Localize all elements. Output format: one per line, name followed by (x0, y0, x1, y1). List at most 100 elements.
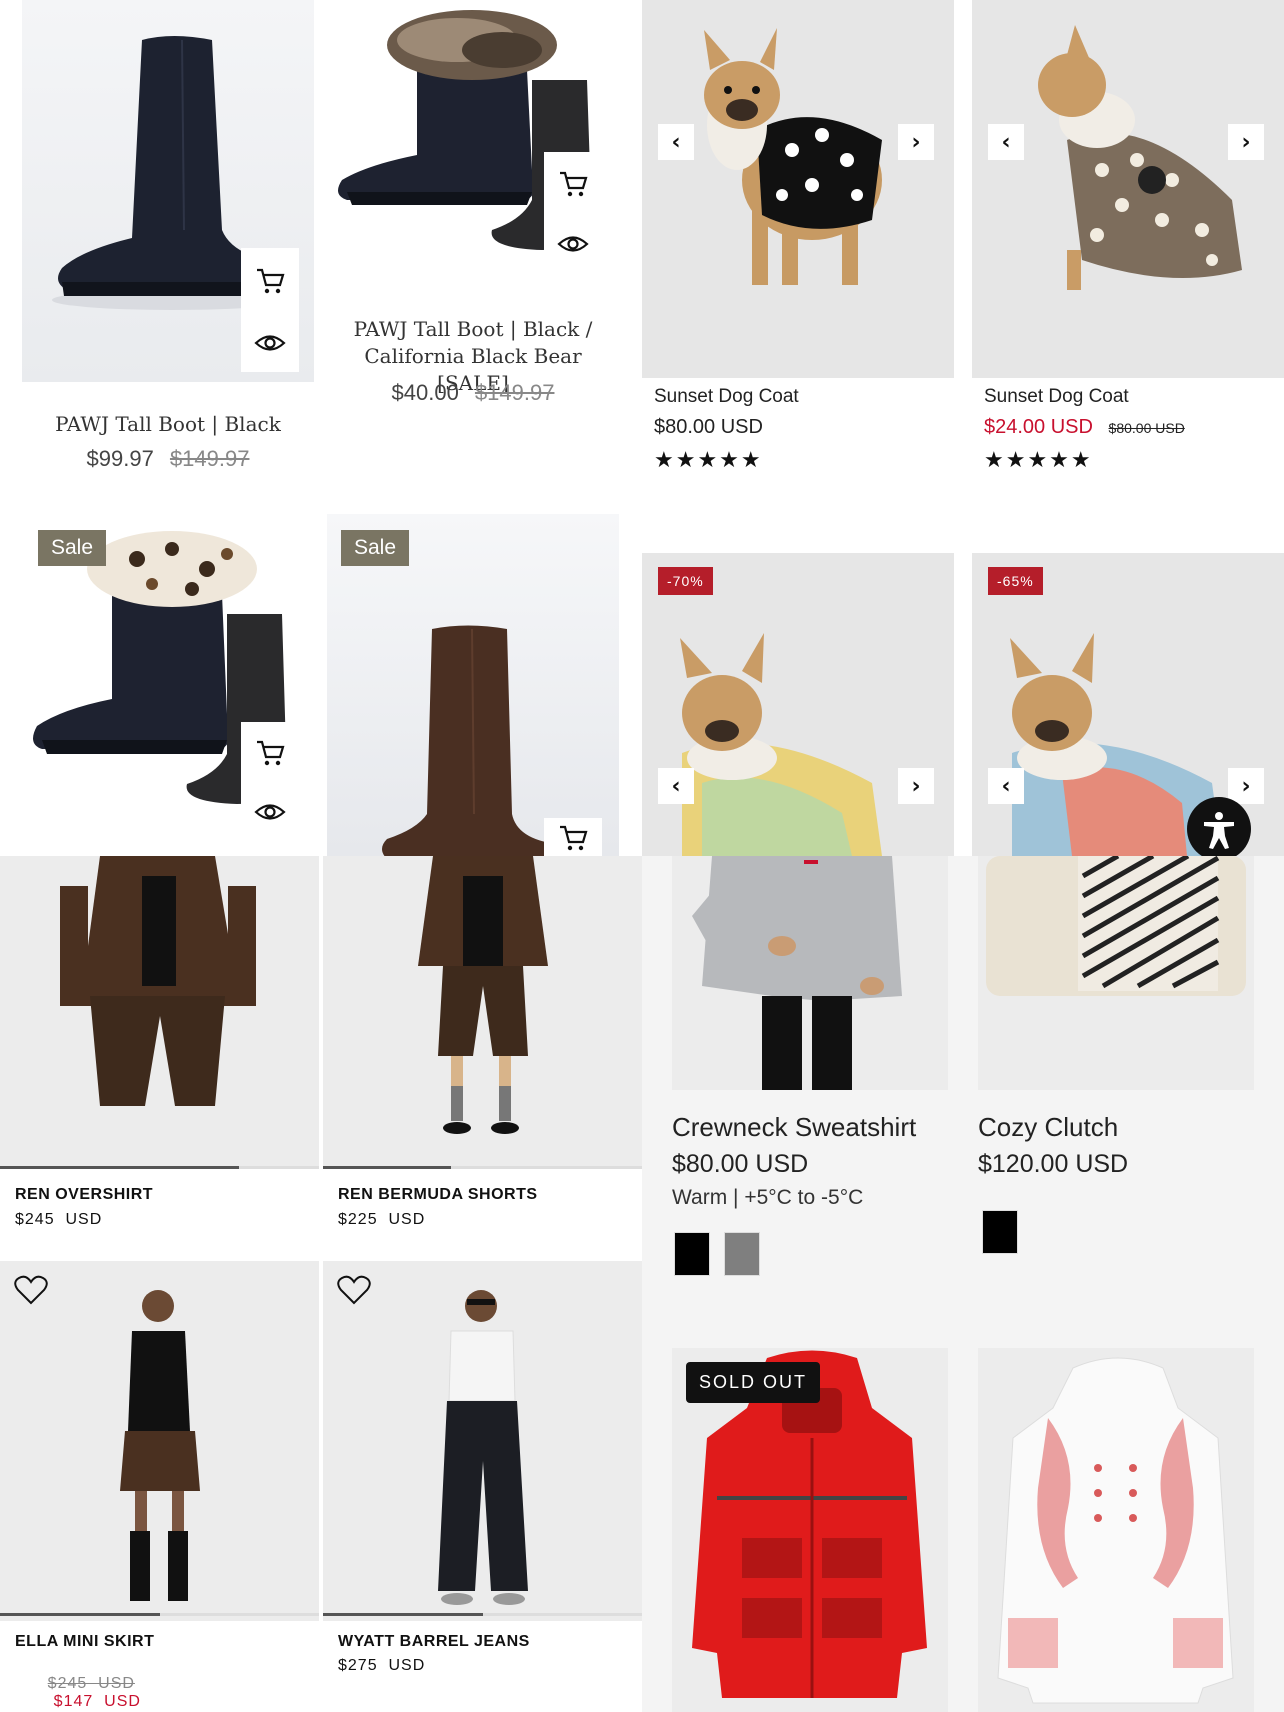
product-card[interactable]: ‹ › Sunset Dog Coat $80.00 USD ★★★★★ (642, 0, 954, 480)
product-title[interactable]: Crewneck Sweatshirt (672, 1112, 916, 1143)
product-card[interactable]: ‹ › Sunset Dog Coat $24.00 USD $80.00 US… (972, 0, 1284, 480)
chevron-left-icon: ‹ (671, 129, 681, 155)
mini-skirt-model-image (120, 1290, 200, 1601)
product-card[interactable]: PAWJ Tall Boot | Black $99.97 $149.97 (22, 0, 314, 480)
cozy-clutch-image (986, 856, 1246, 996)
quick-actions (544, 818, 602, 856)
cart-icon[interactable] (558, 170, 588, 198)
eye-icon[interactable] (254, 801, 286, 823)
rating-stars: ★★★★★ (654, 448, 763, 473)
carousel-next-button[interactable]: › (1228, 768, 1264, 804)
accessibility-button[interactable] (1187, 797, 1251, 856)
dog-polka-coat-image (704, 28, 882, 285)
carousel-prev-button[interactable]: ‹ (988, 768, 1024, 804)
product-price: $80.00 USD (654, 416, 763, 438)
product-price: $99.97 (86, 446, 154, 471)
compare-price: $149.97 (474, 380, 555, 405)
product-title[interactable]: REN BERMUDA SHORTS (338, 1186, 538, 1204)
product-image[interactable] (323, 1261, 642, 1621)
product-price: $80.00 USD (672, 1150, 809, 1178)
carousel-prev-button[interactable]: ‹ (658, 768, 694, 804)
color-swatch-grey[interactable] (724, 1232, 760, 1276)
rating-stars: ★★★★★ (984, 448, 1093, 473)
carousel-next-button[interactable]: › (1228, 124, 1264, 160)
product-card[interactable]: PAWJ Tall Boot | Black / California Blac… (327, 0, 619, 420)
color-swatch-black[interactable] (982, 1210, 1018, 1254)
heart-icon[interactable] (14, 1275, 48, 1305)
product-image[interactable] (972, 0, 1284, 378)
chevron-right-icon: › (1241, 773, 1251, 799)
product-title[interactable]: Sunset Dog Coat (984, 386, 1129, 408)
quick-actions (241, 248, 299, 372)
cart-icon[interactable] (558, 824, 588, 852)
product-image[interactable] (0, 1261, 319, 1621)
carousel-prev-button[interactable]: ‹ (988, 124, 1024, 160)
product-price-row: $40.00 $149.97 (327, 380, 619, 406)
dog-brown-dots-coat-image (1038, 25, 1242, 290)
product-image[interactable] (978, 1348, 1254, 1712)
product-card[interactable] (978, 1348, 1254, 1712)
heart-icon[interactable] (337, 1275, 371, 1305)
boots-panel: PAWJ Tall Boot | Black $99.97 $149.97 PA… (0, 0, 642, 856)
product-image[interactable] (642, 553, 954, 856)
outerwear-panel: Crewneck Sweatshirt $80.00 USD Warm | +5… (642, 856, 1284, 1712)
product-image[interactable] (978, 856, 1254, 1090)
overshirt-model-image (60, 856, 256, 1106)
product-price-row: $99.97 $149.97 (22, 446, 314, 472)
product-title[interactable]: Sunset Dog Coat (654, 386, 799, 408)
product-card[interactable]: REN BERMUDA SHORTS $225 USD (323, 856, 642, 1256)
carousel-prev-button[interactable]: ‹ (658, 124, 694, 160)
image-progress-bar (0, 1613, 319, 1616)
product-title[interactable]: Cozy Clutch (978, 1112, 1118, 1143)
image-progress-bar (323, 1166, 642, 1169)
product-price: $275 USD (338, 1657, 426, 1674)
product-image[interactable] (323, 856, 642, 1168)
product-image[interactable] (642, 0, 954, 378)
cart-icon[interactable] (255, 267, 285, 295)
image-progress-bar (323, 1613, 642, 1616)
product-card[interactable]: Cozy Clutch $120.00 USD (978, 856, 1254, 1276)
product-title[interactable]: REN OVERSHIRT (15, 1186, 153, 1204)
product-title[interactable]: PAWJ Tall Boot | Black (22, 412, 314, 436)
compare-price: $245 USD (47, 1675, 135, 1692)
chevron-right-icon: › (911, 129, 921, 155)
image-progress-bar (0, 1166, 319, 1169)
product-title-line: PAWJ Tall Boot | Black / (353, 317, 593, 341)
sale-badge: Sale (38, 530, 107, 566)
chevron-right-icon: › (911, 773, 921, 799)
carousel-next-button[interactable]: › (898, 124, 934, 160)
product-card[interactable]: -70% ‹ › (642, 553, 954, 856)
product-title[interactable]: ELLA MINI SKIRT (15, 1633, 154, 1651)
chevron-left-icon: ‹ (1001, 129, 1011, 155)
product-card[interactable]: Crewneck Sweatshirt $80.00 USD Warm | +5… (672, 856, 948, 1276)
product-card[interactable]: SOLD OUT (672, 1348, 948, 1712)
product-card[interactable]: WYATT BARREL JEANS $275 USD (323, 1261, 642, 1712)
crewneck-sweatshirt-model-image (692, 856, 902, 1090)
color-swatch-black[interactable] (674, 1232, 710, 1276)
product-card[interactable]: ELLA MINI SKIRT $245 USD $147 USD (0, 1261, 319, 1712)
discount-badge: -70% (658, 567, 713, 595)
chevron-left-icon: ‹ (671, 773, 681, 799)
eye-icon[interactable] (557, 233, 589, 255)
product-image[interactable] (672, 856, 948, 1090)
bermuda-shorts-model-image (418, 856, 548, 1134)
product-price: $120.00 USD (978, 1150, 1129, 1178)
sale-price: $24.00 USD (984, 416, 1093, 438)
temperature-note: Warm | +5°C to -5°C (672, 1186, 864, 1209)
sale-price: $147 USD (53, 1693, 141, 1710)
product-image[interactable] (0, 856, 319, 1168)
product-price: $40.00 (391, 380, 459, 405)
product-card[interactable]: Sale (22, 514, 314, 856)
product-price: $245 USD (15, 1211, 103, 1228)
eye-icon[interactable] (254, 332, 286, 354)
carousel-next-button[interactable]: › (898, 768, 934, 804)
fashion-panel: REN OVERSHIRT $245 USD REN BERMUDA SHORT… (0, 856, 642, 1712)
cart-icon[interactable] (255, 739, 285, 767)
product-card[interactable]: REN OVERSHIRT $245 USD (0, 856, 319, 1256)
chevron-left-icon: ‹ (1001, 773, 1011, 799)
compare-price: $149.97 (169, 446, 250, 471)
product-title[interactable]: WYATT BARREL JEANS (338, 1633, 530, 1651)
quick-actions (544, 152, 602, 272)
sold-out-badge: SOLD OUT (686, 1362, 821, 1403)
product-card[interactable]: Sale (327, 514, 619, 856)
